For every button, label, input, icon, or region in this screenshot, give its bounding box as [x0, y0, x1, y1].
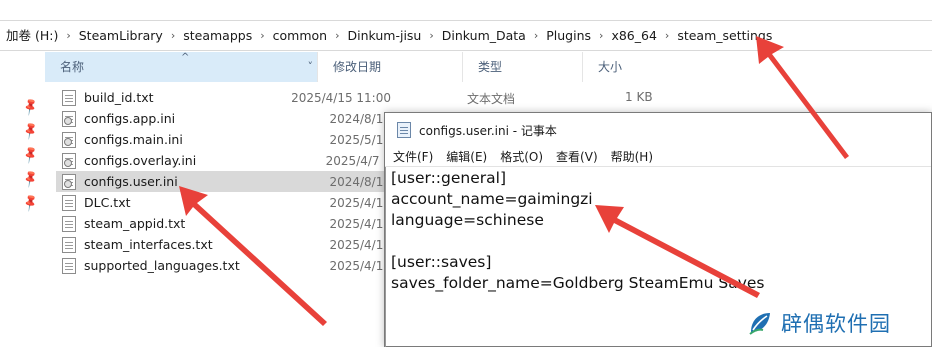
file-size: 1 KB [625, 90, 653, 104]
menu-format[interactable]: 格式(O) [500, 148, 550, 165]
sort-ascending-icon: ^ [181, 52, 190, 63]
breadcrumb-steamlibrary[interactable]: SteamLibrary [73, 21, 169, 50]
text-file-icon [62, 194, 76, 211]
menu-view[interactable]: 查看(V) [556, 148, 605, 165]
breadcrumb-dinkum-data[interactable]: Dinkum_Data [436, 21, 532, 50]
menu-edit[interactable]: 编辑(E) [446, 148, 494, 165]
ini-file-icon [62, 152, 76, 169]
site-watermark: 辟偶软件园 [747, 308, 891, 338]
notepad-title: configs.user.ini - 记事本 [419, 123, 557, 138]
file-row-steam-appid[interactable]: steam_appid.txt 2025/4/15 [56, 213, 391, 234]
ini-file-icon [62, 131, 76, 148]
breadcrumb-steam-settings[interactable]: steam_settings [671, 21, 778, 50]
file-list: build_id.txt 2025/4/15 11:00 configs.app… [56, 87, 391, 276]
chevron-right-icon[interactable]: › [169, 29, 177, 42]
chevron-right-icon[interactable]: › [64, 29, 72, 42]
ini-file-icon [62, 173, 76, 190]
file-name: steam_interfaces.txt [84, 237, 213, 252]
file-row-configs-overlay[interactable]: configs.overlay.ini 2025/4/7 1 [56, 150, 391, 171]
breadcrumb-x86-64[interactable]: x86_64 [605, 21, 662, 50]
pin-icon[interactable]: 📌 [20, 192, 47, 221]
file-row-dlc[interactable]: DLC.txt 2025/4/15 [56, 192, 391, 213]
file-row-supported-languages[interactable]: supported_languages.txt 2025/4/15 [56, 255, 391, 276]
file-name: supported_languages.txt [84, 258, 240, 273]
column-header-type[interactable]: 类型 [463, 52, 583, 82]
file-date: 2025/4/15 11:00 [291, 90, 391, 105]
file-name: configs.app.ini [84, 111, 176, 126]
file-date: 2025/4/15 [329, 195, 391, 210]
editor-line: account_name=gaimingzi [391, 190, 593, 208]
notepad-menubar: 文件(F) 编辑(E) 格式(O) 查看(V) 帮助(H) [385, 147, 931, 167]
file-date: 2025/4/15 [329, 258, 391, 273]
file-name: DLC.txt [84, 195, 131, 210]
column-header-name[interactable]: 名称 ^ ˅ [45, 52, 318, 82]
file-date: 2025/4/15 [329, 216, 391, 231]
file-date: 2024/8/14 [329, 174, 391, 189]
chevron-right-icon[interactable]: › [532, 29, 540, 42]
chevron-right-icon[interactable]: › [427, 29, 435, 42]
text-file-icon [62, 236, 76, 253]
breadcrumb-plugins[interactable]: Plugins [540, 21, 597, 50]
column-header-name-label: 名称 [60, 60, 85, 74]
file-name: configs.user.ini [84, 174, 178, 189]
leaf-logo-icon [749, 313, 770, 335]
column-header-size-label: 大小 [598, 60, 623, 74]
file-name: steam_appid.txt [84, 216, 186, 231]
column-header-type-label: 类型 [478, 60, 503, 74]
file-date: 2025/4/7 1 [325, 153, 391, 168]
breadcrumb-dinkum-jisu[interactable]: Dinkum-jisu [341, 21, 427, 50]
editor-line: [user::general] [391, 169, 506, 187]
editor-line: language=schinese [391, 211, 544, 229]
watermark-text: 辟偶软件园 [781, 312, 891, 336]
file-name: build_id.txt [84, 90, 154, 105]
text-file-icon [62, 257, 76, 274]
chevron-down-icon[interactable]: ˅ [308, 52, 314, 82]
file-type: 文本文档 [467, 92, 516, 106]
ini-file-icon [62, 110, 76, 127]
file-date: 2025/5/12 [329, 132, 391, 147]
notepad-titlebar[interactable]: configs.user.ini - 记事本 [385, 113, 931, 147]
file-row-configs-main[interactable]: configs.main.ini 2025/5/12 [56, 129, 391, 150]
quick-access-pins: 📌 📌 📌 📌 📌 [21, 97, 41, 218]
file-date: 2025/4/15 [329, 237, 391, 252]
file-date: 2024/8/13 [329, 111, 391, 126]
chevron-right-icon[interactable]: › [258, 29, 266, 42]
chevron-right-icon[interactable]: › [597, 29, 605, 42]
file-row-steam-interfaces[interactable]: steam_interfaces.txt 2025/4/15 [56, 234, 391, 255]
editor-line: [user::saves] [391, 253, 492, 271]
address-bar[interactable]: 加卷 (H:) › SteamLibrary › steamapps › com… [0, 20, 932, 51]
column-header-date[interactable]: 修改日期 [318, 52, 463, 82]
notepad-icon [397, 122, 411, 138]
file-name: configs.main.ini [84, 132, 183, 147]
file-row-build-id[interactable]: build_id.txt 2025/4/15 11:00 [56, 87, 391, 108]
chevron-right-icon[interactable]: › [333, 29, 341, 42]
breadcrumb-common[interactable]: common [267, 21, 333, 50]
breadcrumb-drive[interactable]: 加卷 (H:) [0, 21, 64, 50]
menu-file[interactable]: 文件(F) [393, 148, 440, 165]
file-row-configs-user[interactable]: configs.user.ini 2024/8/14 [56, 171, 391, 192]
text-file-icon [62, 89, 76, 106]
file-name: configs.overlay.ini [84, 153, 197, 168]
editor-line: saves_folder_name=Goldberg SteamEmu Save… [391, 274, 765, 292]
text-file-icon [62, 215, 76, 232]
column-header-row: 名称 ^ ˅ 修改日期 类型 大小 [45, 52, 932, 82]
menu-help[interactable]: 帮助(H) [611, 148, 660, 165]
file-row-configs-app[interactable]: configs.app.ini 2024/8/13 [56, 108, 391, 129]
column-header-size[interactable]: 大小 [583, 52, 663, 82]
column-header-date-label: 修改日期 [333, 60, 382, 74]
chevron-right-icon[interactable]: › [663, 29, 671, 42]
